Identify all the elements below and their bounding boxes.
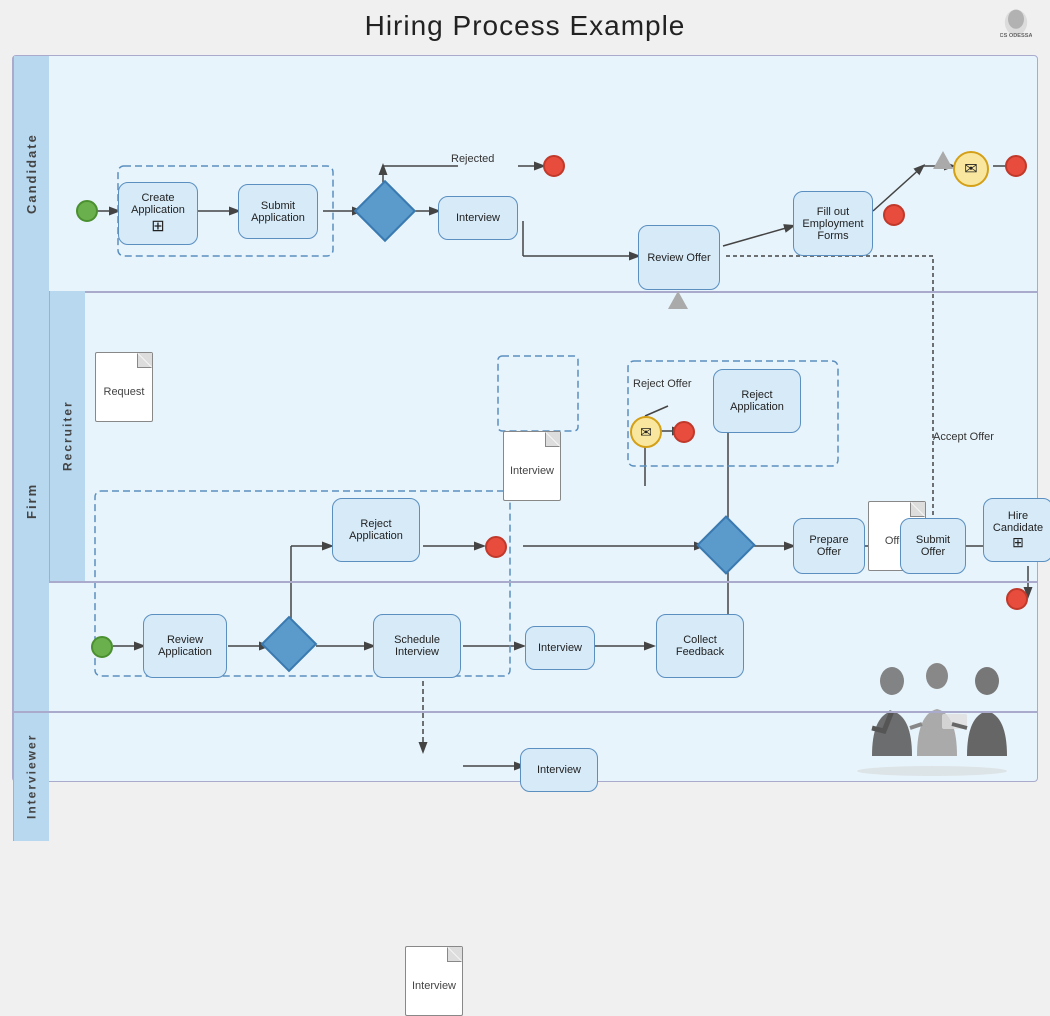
people-illustration (842, 656, 1027, 776)
envelope-candidate-node: ✉ (953, 151, 989, 187)
rejected-label: Rejected (451, 153, 494, 165)
review-offer-node[interactable]: Review Offer (638, 225, 720, 290)
end-event-top-right (1005, 155, 1027, 177)
recruiter-lane-label: Recruiter (49, 291, 85, 581)
interview-candidate-node[interactable]: Interview (438, 196, 518, 240)
end-event-reject-offer (673, 421, 695, 443)
start-event-firm (91, 636, 113, 658)
fill-forms-node[interactable]: Fill out Employment Forms (793, 191, 873, 256)
interview-interviewer-node[interactable]: Interview (520, 748, 598, 792)
reject-offer-envelope: ✉ (630, 416, 662, 448)
review-application-node[interactable]: Review Application (143, 614, 227, 678)
decision-diamond-firm[interactable] (269, 624, 309, 664)
decision-diamond-candidate[interactable] (363, 189, 407, 233)
candidate-lane-label: Candidate (13, 56, 49, 291)
reject-application-1-node[interactable]: Reject Application (713, 369, 801, 433)
create-application-icon: ⊞ (151, 216, 164, 236)
interviewer-lane-label: Interviewer (13, 711, 49, 841)
end-event-hire (1006, 588, 1028, 610)
firm-lane-label: Firm (13, 291, 49, 711)
svg-text:CS ODESSA: CS ODESSA (1000, 33, 1032, 39)
prepare-offer-node[interactable]: Prepare Offer (793, 518, 865, 574)
hire-candidate-node[interactable]: Hire Candidate ⊞ (983, 498, 1050, 562)
schedule-interview-node[interactable]: Schedule Interview (373, 614, 461, 678)
submit-offer-node[interactable]: Submit Offer (900, 518, 966, 574)
reject-application-2-node[interactable]: Reject Application (332, 498, 420, 562)
collect-feedback-node[interactable]: Collect Feedback (656, 614, 744, 678)
diagram-container: Candidate Firm Recruiter Interviewer Cre… (12, 55, 1038, 782)
signal-review-offer (668, 291, 688, 309)
logo: CS ODESSA (1000, 8, 1032, 40)
decision-diamond-firm-2[interactable] (705, 524, 747, 566)
interview-artifact-top: Interview (503, 431, 561, 501)
end-event-rejected (543, 155, 565, 177)
accept-offer-label: Accept Offer (933, 431, 994, 443)
hire-candidate-icon: ⊞ (1012, 534, 1024, 551)
interview-firm-node[interactable]: Interview (525, 626, 595, 670)
end-event-reject-2 (485, 536, 507, 558)
request-artifact: Request (95, 352, 153, 422)
signal-top-right (933, 151, 953, 169)
reject-offer-label: Reject Offer (633, 378, 692, 390)
create-application-node[interactable]: Create Application ⊞ (118, 182, 198, 245)
page-title: Hiring Process Example (0, 0, 1050, 50)
submit-application-node[interactable]: Submit Application (238, 184, 318, 239)
end-event-employed (883, 204, 905, 226)
start-event-candidate (76, 200, 98, 222)
interview-artifact-bottom: Interview (405, 946, 463, 1016)
